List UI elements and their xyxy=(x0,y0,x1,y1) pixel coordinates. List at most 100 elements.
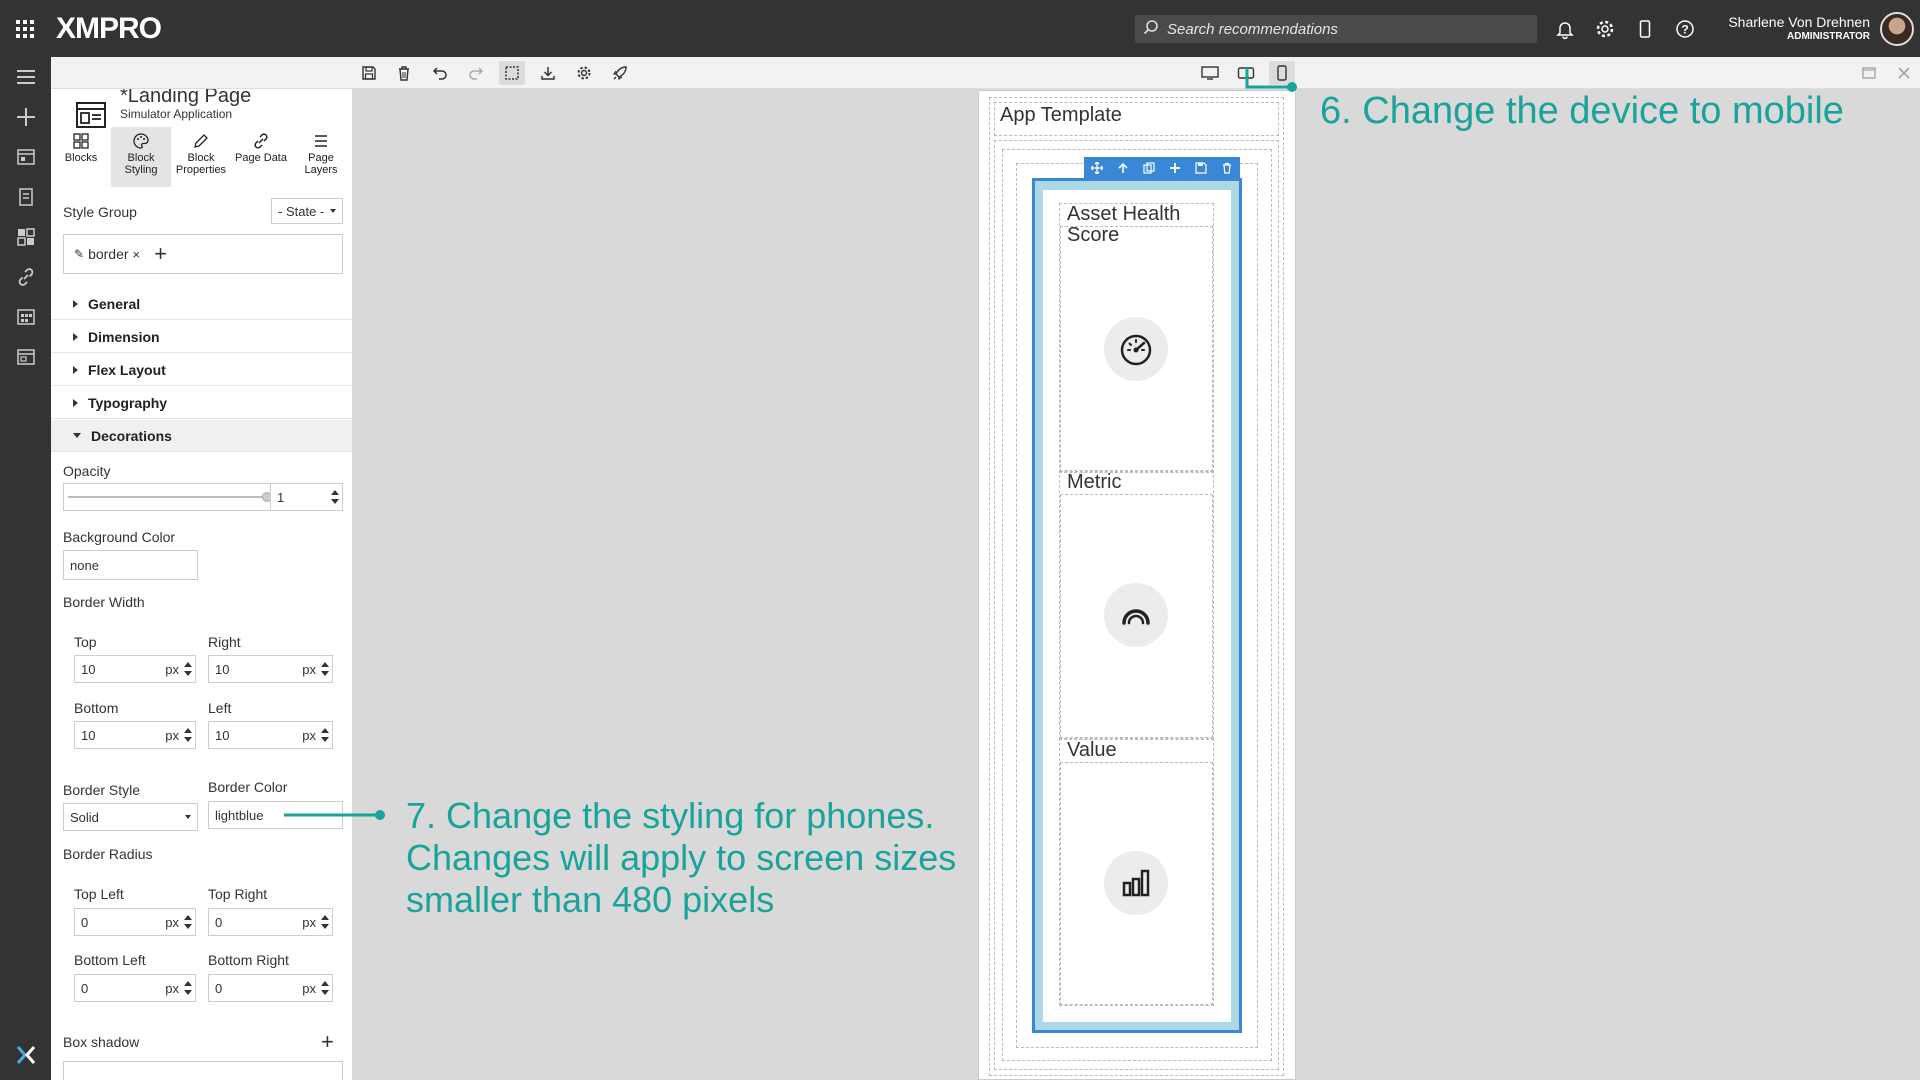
search-placeholder: Search recommendations xyxy=(1167,20,1338,38)
border-right-input[interactable]: 10 px xyxy=(208,655,333,683)
stepper-icon[interactable] xyxy=(321,915,329,929)
blocks-grid-icon[interactable] xyxy=(0,217,51,257)
stepper-icon[interactable] xyxy=(321,981,329,995)
gear-icon[interactable] xyxy=(1590,14,1620,44)
rocket-icon[interactable] xyxy=(607,61,633,85)
link-icon[interactable] xyxy=(0,257,51,297)
radius-bottom-right-input[interactable]: 0 px xyxy=(208,974,333,1002)
radius-bottom-right-value: 0 xyxy=(215,980,223,996)
style-tag[interactable]: ✎ border × xyxy=(74,246,140,262)
stepper-icon[interactable] xyxy=(321,662,329,676)
undo-icon[interactable] xyxy=(427,61,453,85)
border-left-value: 10 xyxy=(215,727,230,743)
add-tag-icon[interactable]: + xyxy=(154,243,167,265)
tab-label: Block Styling xyxy=(124,152,158,176)
menu-icon[interactable] xyxy=(0,57,51,97)
xmpro-logo[interactable]: XMPRO xyxy=(56,12,162,46)
mobile-icon[interactable] xyxy=(1630,14,1660,44)
left-rail xyxy=(0,57,51,1080)
tab-page-layers[interactable]: Page Layers xyxy=(291,127,351,187)
caret-right-icon xyxy=(73,299,78,308)
unit-label: px xyxy=(302,980,316,996)
stepper-icon[interactable] xyxy=(184,915,192,929)
tab-blocks[interactable]: Blocks xyxy=(51,127,111,187)
help-icon[interactable]: ? xyxy=(1670,14,1700,44)
radius-top-left-value: 0 xyxy=(81,914,89,930)
user-info[interactable]: Sharlene Von Drehnen ADMINISTRATOR xyxy=(1720,14,1870,42)
search-icon xyxy=(1143,19,1159,40)
section-flex-layout[interactable]: Flex Layout xyxy=(51,354,352,386)
tab-page-data[interactable]: Page Data xyxy=(231,127,291,187)
panel-tabs: Blocks Block Styling Block Properties Pa… xyxy=(51,127,352,187)
select-parent-icon[interactable] xyxy=(1115,160,1131,176)
border-right-value: 10 xyxy=(215,661,230,677)
gauge-icon xyxy=(1104,317,1168,381)
move-icon[interactable] xyxy=(1089,160,1105,176)
opacity-value: 1 xyxy=(277,489,285,505)
section-label: Decorations xyxy=(91,427,172,444)
remove-tag-icon[interactable]: × xyxy=(133,247,141,262)
unit-label: px xyxy=(165,727,179,743)
maximize-icon[interactable] xyxy=(1856,61,1882,85)
section-label: Dimension xyxy=(88,328,160,345)
opacity-slider[interactable] xyxy=(68,492,272,502)
window-icon[interactable] xyxy=(0,337,51,377)
border-top-input[interactable]: 10 px xyxy=(74,655,196,683)
section-typography[interactable]: Typography xyxy=(51,387,352,419)
stepper-icon[interactable] xyxy=(331,490,339,504)
delete-icon[interactable] xyxy=(391,61,417,85)
copy-icon[interactable] xyxy=(1141,160,1157,176)
bar-chart-icon xyxy=(1104,851,1168,915)
section-dimension[interactable]: Dimension xyxy=(51,321,352,353)
unit-label: px xyxy=(165,914,179,930)
stepper-icon[interactable] xyxy=(184,981,192,995)
tab-block-styling[interactable]: Block Styling xyxy=(111,127,171,187)
border-left-input[interactable]: 10 px xyxy=(208,721,333,749)
delete-block-icon[interactable] xyxy=(1219,160,1235,176)
stepper-icon[interactable] xyxy=(321,728,329,742)
add-block-icon[interactable] xyxy=(1167,160,1183,176)
tab-label: Page Data xyxy=(235,152,287,164)
book-icon[interactable] xyxy=(0,177,51,217)
desktop-device-icon[interactable] xyxy=(1197,61,1223,85)
section-general[interactable]: General xyxy=(51,288,352,320)
bell-icon[interactable] xyxy=(1550,14,1580,44)
add-icon[interactable] xyxy=(0,97,51,137)
redo-icon[interactable] xyxy=(463,61,489,85)
pages-icon[interactable] xyxy=(0,137,51,177)
link-icon xyxy=(254,133,268,149)
save-icon[interactable] xyxy=(356,61,382,85)
radius-top-right-input[interactable]: 0 px xyxy=(208,908,333,936)
radius-bottom-left-input[interactable]: 0 px xyxy=(74,974,196,1002)
add-box-shadow-icon[interactable]: + xyxy=(321,1029,334,1055)
download-icon[interactable] xyxy=(535,61,561,85)
app-grid-icon[interactable] xyxy=(0,0,50,57)
radius-top-left-input[interactable]: 0 px xyxy=(74,908,196,936)
close-icon[interactable] xyxy=(1891,61,1917,85)
avatar[interactable] xyxy=(1880,12,1914,46)
select-outline-icon[interactable] xyxy=(499,61,525,85)
save-block-icon[interactable] xyxy=(1193,160,1209,176)
border-style-select[interactable]: Solid xyxy=(63,803,198,831)
stepper-icon[interactable] xyxy=(184,728,192,742)
unit-label: px xyxy=(302,727,316,743)
state-select[interactable]: - State - xyxy=(271,198,343,224)
calendar-icon[interactable] xyxy=(0,297,51,337)
xmpro-x-logo-icon[interactable] xyxy=(0,1040,51,1070)
background-color-input[interactable]: none xyxy=(63,550,198,580)
unit-label: px xyxy=(302,914,316,930)
section-decorations[interactable]: Decorations xyxy=(51,420,352,452)
annotation-step-6: 6. Change the device to mobile xyxy=(1320,90,1844,132)
border-bottom-input[interactable]: 10 px xyxy=(74,721,196,749)
top-bar: XMPRO Search recommendations ? Sharlene … xyxy=(0,0,1920,57)
unit-label: px xyxy=(165,980,179,996)
tab-block-properties[interactable]: Block Properties xyxy=(171,127,231,187)
caret-right-icon xyxy=(73,332,78,341)
settings-icon[interactable] xyxy=(571,61,597,85)
stepper-icon[interactable] xyxy=(184,662,192,676)
section-label: Typography xyxy=(88,394,168,411)
box-shadow-input[interactable] xyxy=(63,1061,343,1080)
search-input[interactable]: Search recommendations xyxy=(1135,15,1537,43)
border-style-value: Solid xyxy=(70,809,99,825)
opacity-input[interactable]: 1 xyxy=(270,483,343,511)
